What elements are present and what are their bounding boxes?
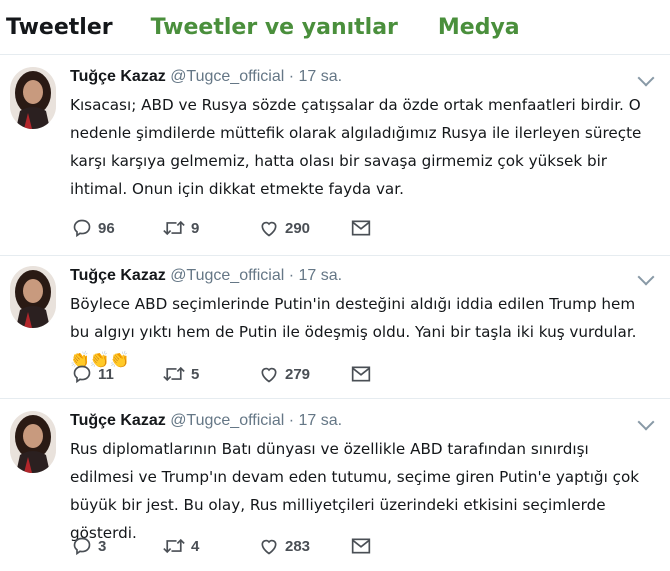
like-icon xyxy=(259,536,279,556)
author-handle[interactable]: @Tugce_official xyxy=(170,267,284,284)
reply-icon xyxy=(72,536,92,556)
retweet-button[interactable]: 4 xyxy=(163,536,259,556)
timestamp[interactable]: · 17 sa. xyxy=(289,412,342,429)
tweet-actions: 3 4 283 xyxy=(72,534,371,558)
like-count: 283 xyxy=(285,537,311,555)
reply-icon xyxy=(72,218,92,238)
reply-button[interactable]: 11 xyxy=(72,364,163,384)
like-button[interactable]: 283 xyxy=(259,536,351,556)
timestamp[interactable]: · 17 sa. xyxy=(289,68,342,85)
tweet-header: Tuğçe Kazaz @Tugce_official · 17 sa. xyxy=(70,267,342,285)
tweet-actions: 11 5 279 xyxy=(72,362,371,386)
tweet[interactable]: Tuğçe Kazaz @Tugce_official · 17 sa. Rus… xyxy=(0,399,670,571)
retweet-icon xyxy=(163,536,185,556)
author-name[interactable]: Tuğçe Kazaz xyxy=(70,412,166,429)
like-button[interactable]: 290 xyxy=(259,218,351,238)
message-button[interactable] xyxy=(351,219,371,237)
reply-icon xyxy=(72,364,92,384)
profile-tabs: Tweetler Tweetler ve yanıtlar Medya xyxy=(0,0,670,55)
tweet-header: Tuğçe Kazaz @Tugce_official · 17 sa. xyxy=(70,68,342,86)
like-count: 290 xyxy=(285,219,311,237)
retweet-button[interactable]: 5 xyxy=(163,364,259,384)
tab-tweetler-ve-yanitlar[interactable]: Tweetler ve yanıtlar xyxy=(151,15,398,40)
tweet-header: Tuğçe Kazaz @Tugce_official · 17 sa. xyxy=(70,412,342,430)
retweet-count: 9 xyxy=(191,219,200,237)
retweet-count: 5 xyxy=(191,365,200,383)
message-icon xyxy=(351,219,371,237)
retweet-icon xyxy=(163,364,185,384)
tab-medya[interactable]: Medya xyxy=(438,15,520,40)
avatar[interactable] xyxy=(10,67,56,129)
avatar[interactable] xyxy=(10,266,56,328)
reply-count: 3 xyxy=(98,537,107,555)
tweet-text: Kısacası; ABD ve Rusya sözde çatışsalar … xyxy=(70,96,642,198)
tweet-text-body: Böylece ABD seçimlerinde Putin'in desteğ… xyxy=(70,295,637,341)
chevron-down-icon[interactable] xyxy=(637,413,655,431)
reply-button[interactable]: 96 xyxy=(72,218,163,238)
reply-count: 11 xyxy=(98,365,114,383)
timestamp[interactable]: · 17 sa. xyxy=(289,267,342,284)
retweet-count: 4 xyxy=(191,537,200,555)
chevron-down-icon[interactable] xyxy=(637,268,655,286)
message-button[interactable] xyxy=(351,537,371,555)
tab-tweetler[interactable]: Tweetler xyxy=(6,15,113,40)
like-icon xyxy=(259,218,279,238)
avatar[interactable] xyxy=(10,411,56,473)
retweet-icon xyxy=(163,218,185,238)
tweet-actions: 96 9 290 xyxy=(72,216,371,240)
author-name[interactable]: Tuğçe Kazaz xyxy=(70,267,166,284)
chevron-down-icon[interactable] xyxy=(637,69,655,87)
author-handle[interactable]: @Tugce_official xyxy=(170,68,284,85)
message-button[interactable] xyxy=(351,365,371,383)
message-icon xyxy=(351,365,371,383)
reply-count: 96 xyxy=(98,219,115,237)
like-count: 279 xyxy=(285,365,311,383)
tweet-text: Rus diplomatlarının Batı dünyası ve özel… xyxy=(70,440,640,542)
reply-button[interactable]: 3 xyxy=(72,536,163,556)
like-button[interactable]: 279 xyxy=(259,364,351,384)
tweet[interactable]: Tuğçe Kazaz @Tugce_official · 17 sa. Kıs… xyxy=(0,55,670,256)
retweet-button[interactable]: 9 xyxy=(163,218,259,238)
author-handle[interactable]: @Tugce_official xyxy=(170,412,284,429)
like-icon xyxy=(259,364,279,384)
author-name[interactable]: Tuğçe Kazaz xyxy=(70,68,166,85)
message-icon xyxy=(351,537,371,555)
tweet[interactable]: Tuğçe Kazaz @Tugce_official · 17 sa. Böy… xyxy=(0,256,670,399)
